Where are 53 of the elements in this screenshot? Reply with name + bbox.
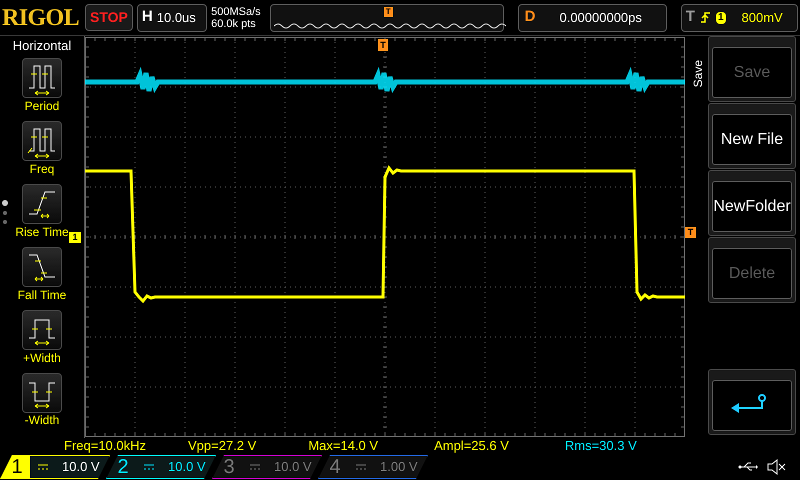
timebase-label: H — [140, 7, 154, 28]
measure-label: Period — [24, 98, 60, 114]
dc-coupling-icon — [250, 464, 260, 470]
measure-button[interactable] — [22, 121, 62, 161]
memory-depth: 60.0k pts — [211, 18, 257, 30]
timebase-box[interactable]: H 10.0us — [136, 4, 208, 32]
usb-icon — [738, 462, 758, 472]
measurement-reading: Rms=30.3 V — [564, 439, 637, 453]
trigger-source: 1 — [716, 12, 726, 24]
channel-tab[interactable]: 3 10.0 V — [212, 455, 322, 479]
speaker-muted-icon — [766, 458, 786, 476]
delay-box[interactable]: D 0.00000000ps — [518, 4, 667, 32]
measurement-reading: Ampl=25.6 V — [434, 439, 509, 453]
measure-label: -Width — [24, 412, 60, 428]
logo: RIGOL — [2, 6, 80, 30]
channel-tab[interactable]: 4 1.00 V — [318, 455, 428, 479]
channel-tab[interactable]: 2 10.0 V — [106, 455, 216, 479]
sample-rate: 500MSa/s — [211, 6, 262, 18]
measurement-reading: Max=14.0 V — [308, 439, 378, 453]
trigger-level: 800mV — [742, 8, 783, 27]
dc-coupling-icon — [144, 464, 154, 470]
channel-tab[interactable]: 1 10.0 V — [0, 455, 110, 479]
channel-marker[interactable]: 1 — [69, 232, 81, 243]
trigger-position-marker[interactable]: T — [384, 6, 393, 16]
menu-button[interactable]: New File — [708, 103, 796, 169]
return-button[interactable] — [708, 369, 796, 435]
menu-button[interactable]: NewFolder — [708, 170, 796, 236]
measure-label: Rise Time — [15, 224, 69, 240]
trigger-box[interactable]: T 1 800mV — [680, 4, 798, 32]
measure-button[interactable] — [22, 58, 62, 98]
menu-button: Delete — [708, 237, 796, 303]
measure-button[interactable] — [22, 310, 62, 350]
rising-edge-icon — [700, 11, 710, 24]
menu-title: Horizontal — [12, 38, 72, 54]
run-stop-status[interactable]: STOP — [85, 4, 133, 31]
trigger-level-marker[interactable]: T — [685, 227, 696, 238]
measure-button[interactable] — [22, 247, 62, 287]
measure-label: Fall Time — [18, 287, 66, 303]
dc-coupling-icon — [38, 464, 48, 470]
trigger-label: T — [686, 7, 695, 28]
measure-label: Freq — [30, 161, 54, 177]
trigger-position-marker[interactable]: T — [378, 39, 388, 51]
measure-label: +Width — [23, 350, 61, 366]
menu-title: Save — [690, 60, 706, 88]
measurement-reading: Freq=10.0kHz — [64, 439, 146, 453]
measurement-reading: Vpp=27.2 V — [188, 439, 256, 453]
dc-coupling-icon — [356, 464, 366, 470]
delay-value: 0.00000000ps — [559, 8, 642, 27]
timebase-value: 10.0us — [156, 8, 196, 27]
measure-button[interactable] — [22, 184, 62, 224]
menu-button: Save — [708, 36, 796, 102]
delay-label: D — [524, 7, 536, 28]
measure-button[interactable] — [22, 373, 62, 413]
